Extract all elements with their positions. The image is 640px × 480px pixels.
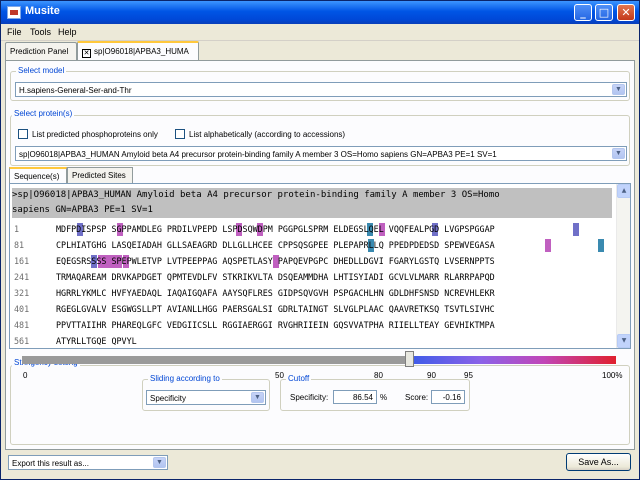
score-label: Score: [405, 393, 429, 402]
slider-tick: 0 [23, 371, 28, 380]
save-as-button[interactable]: Save As... [566, 453, 631, 471]
slider-tick: 100% [602, 371, 623, 380]
specificity-label: Specificity: [290, 393, 329, 402]
title-bar[interactable]: Musite _ □ ✕ [1, 1, 639, 24]
tab-prediction-panel[interactable]: Prediction Panel [5, 42, 77, 60]
chevron-down-icon[interactable]: ▼ [153, 457, 166, 468]
alphabetical-label: List alphabetically (according to access… [189, 130, 346, 139]
sequence-row-number: 161 [14, 256, 30, 266]
export-select-value: Export this result as... [12, 459, 89, 468]
sequence-header-line1: >sp|O96018|APBA3_HUMAN Amyloid beta A4 p… [12, 190, 500, 200]
tab-sequences-label: Sequence(s) [14, 172, 60, 181]
sequence-row-number: 401 [14, 304, 30, 314]
sequence-row-number: 481 [14, 320, 30, 330]
sequence-row-number: 81 [14, 240, 25, 250]
cutoff-legend: Cutoff [286, 374, 312, 383]
select-model-legend: Select model [16, 66, 67, 75]
select-proteins-legend: Select protein(s) [12, 109, 75, 118]
sliding-select[interactable]: Specificity ▼ [146, 390, 266, 405]
sequence-row-number: 241 [14, 272, 30, 282]
tab-protein-label: sp|O96018|APBA3_HUMA [94, 47, 189, 56]
sequence-row-number: 321 [14, 288, 30, 298]
slider-tick: 50 [275, 371, 284, 380]
minimize-icon[interactable]: _ [574, 4, 592, 21]
slider-tick: 95 [464, 371, 473, 380]
slider-track-high [408, 356, 616, 364]
sequence-row-text: PPVTTAIIHR PHAREQLGFC VEDGIICSLL RGGIAER… [56, 320, 495, 330]
slider-track-low [22, 356, 408, 364]
export-select[interactable]: Export this result as... ▼ [8, 455, 168, 470]
slider-tick: 90 [427, 371, 436, 380]
window-title: Musite [25, 5, 60, 17]
sequence-row-text: TRMAQAREAM DRVKAPDGET QPMTEVDLFV STKRIKV… [56, 272, 495, 282]
main-window: Musite _ □ ✕ File Tools Help Prediction … [0, 0, 640, 480]
alphabetical-checkbox[interactable] [175, 129, 185, 139]
scroll-down-icon[interactable]: ▼ [617, 334, 630, 348]
tab-sequences[interactable]: Sequence(s) [9, 167, 67, 183]
site-highlight [598, 239, 604, 252]
close-icon[interactable]: ✕ [617, 4, 635, 21]
slider-thumb[interactable] [405, 351, 414, 367]
protein-select[interactable]: sp|O96018|APBA3_HUMAN Amyloid beta A4 pr… [15, 146, 627, 161]
site-highlight [573, 223, 579, 236]
sequence-header-line2: sapiens GN=APBA3 PE=1 SV=1 [12, 205, 153, 215]
sliding-select-value: Specificity [150, 394, 187, 403]
sequence-header: >sp|O96018|APBA3_HUMAN Amyloid beta A4 p… [12, 188, 612, 218]
sliding-legend: Sliding according to [148, 374, 222, 383]
chevron-down-icon[interactable]: ▼ [612, 84, 625, 95]
sequence-row-text: EQEGSRSSSS SPEPWLETVP LVTPEEPPAG AQSPETL… [56, 256, 495, 266]
model-select[interactable]: H.sapiens-General-Ser-and-Thr ▼ [15, 82, 627, 97]
tab-predicted-sites-label: Predicted Sites [72, 171, 126, 180]
tab-protein[interactable]: ✕ sp|O96018|APBA3_HUMA [77, 41, 199, 60]
tab-predicted-sites[interactable]: Predicted Sites [67, 167, 133, 183]
stringency-slider[interactable] [22, 356, 616, 364]
menu-help[interactable]: Help [58, 27, 77, 37]
maximize-icon[interactable]: □ [595, 4, 613, 21]
scroll-up-icon[interactable]: ▲ [617, 184, 630, 198]
app-icon [7, 6, 21, 19]
close-tab-icon[interactable]: ✕ [82, 49, 91, 58]
phospho-only-label: List predicted phosphoproteins only [32, 130, 158, 139]
slider-tick: 80 [374, 371, 383, 380]
tab-prediction-panel-label: Prediction Panel [10, 47, 69, 56]
chevron-down-icon[interactable]: ▼ [251, 392, 264, 403]
sequence-row-number: 561 [14, 336, 30, 346]
prediction-panel: Select model H.sapiens-General-Ser-and-T… [5, 60, 635, 450]
model-select-value: H.sapiens-General-Ser-and-Thr [19, 86, 132, 95]
sequence-row-number: 1 [14, 224, 20, 234]
sequence-row-text: RGEGLGVALV ESGWGSLLPT AVIANLLHGG PAERSGA… [56, 304, 495, 314]
sequence-row-text: ATYRLLTGQE QPVYL [56, 336, 137, 346]
protein-select-value: sp|O96018|APBA3_HUMAN Amyloid beta A4 pr… [19, 150, 497, 159]
score-field[interactable]: -0.16 [431, 390, 465, 404]
percent-label: % [380, 393, 388, 402]
menu-tools[interactable]: Tools [30, 27, 51, 37]
sequence-scrollbar[interactable]: ▲ ▼ [616, 184, 630, 348]
specificity-field[interactable]: 86.54 [333, 390, 377, 404]
menu-bar: File Tools Help [1, 24, 639, 41]
site-highlight [545, 239, 551, 252]
sequence-row-text: MDFPDISPSP SGPPAMDLEG PRDILVPEPD LSPDSQW… [56, 224, 495, 234]
sequence-view[interactable]: >sp|O96018|APBA3_HUMAN Amyloid beta A4 p… [9, 183, 631, 349]
menu-file[interactable]: File [7, 27, 22, 37]
phospho-only-checkbox[interactable] [18, 129, 28, 139]
sequence-row-text: HGRRLYKMLC HVFYAEDAQL IAQAIGQAFA AAYSQFL… [56, 288, 495, 298]
sequence-row-text: CPLHIATGHG LASQEIADAH GLLSAEAGRD DLLGLLH… [56, 240, 495, 250]
chevron-down-icon[interactable]: ▼ [612, 148, 625, 159]
